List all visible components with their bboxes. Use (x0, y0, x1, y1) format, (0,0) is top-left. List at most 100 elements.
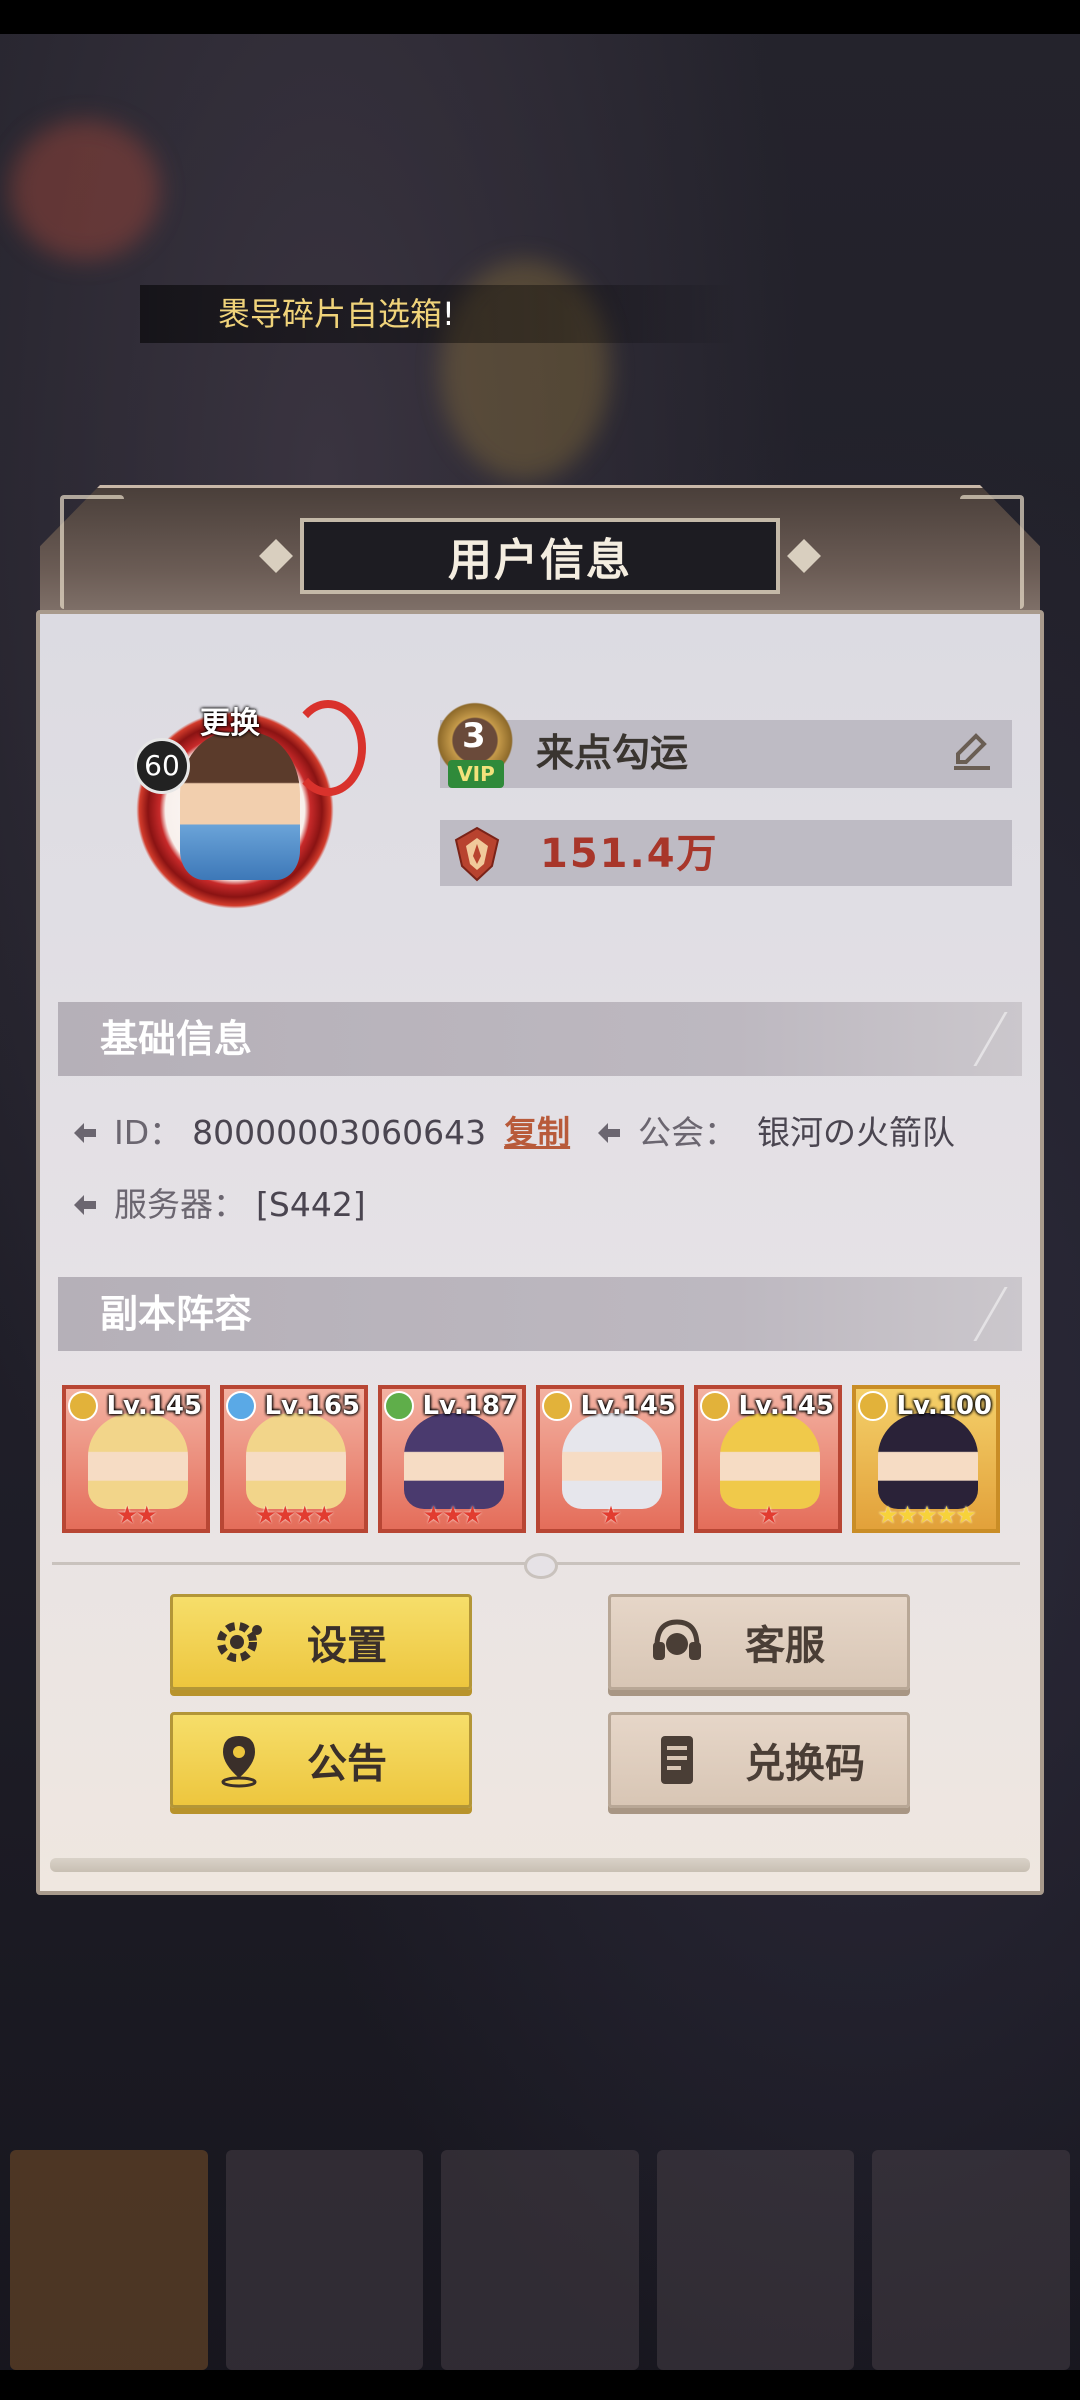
star-icon: ★ (935, 1501, 957, 1529)
guild-row: 公会： 银河の火箭队 (594, 1110, 955, 1156)
vip-level: 3 (462, 716, 486, 756)
name-bar (440, 720, 1012, 788)
hero-level: Lv.145 (580, 1391, 676, 1421)
support-button[interactable]: 客服 (608, 1594, 910, 1690)
settings-button[interactable]: 设置 (170, 1594, 472, 1690)
document-icon (661, 1736, 693, 1784)
hero-level: Lv.100 (896, 1391, 992, 1421)
divider-ornament (524, 1553, 558, 1579)
star-icon: ★ (955, 1501, 976, 1529)
navigation-bar (0, 2370, 1080, 2400)
background-bottom-nav (0, 2150, 1080, 2370)
star-icon: ★ (877, 1501, 898, 1529)
faction-icon (700, 1391, 730, 1421)
hero-level: Lv.187 (422, 1391, 518, 1421)
dialog-title: 用户信息 (448, 535, 632, 586)
section-basic-info: 基础信息 (58, 1002, 1022, 1076)
edit-name-icon[interactable] (950, 728, 994, 772)
hero-stars: ★★★★★ (856, 1501, 996, 1529)
hero-card[interactable]: Lv.145 ★★ (62, 1385, 210, 1533)
notice-button-label: 公告 (307, 1741, 387, 1787)
avatar-frame-ornament (290, 700, 366, 796)
player-name: 来点勾运 (536, 731, 689, 775)
id-label: ID： (114, 1113, 183, 1152)
combat-power-value: 151.4万 (540, 831, 719, 877)
hero-stars: ★ (540, 1501, 680, 1529)
dialog-footer-trim (50, 1858, 1030, 1872)
server-label: 服务器： (114, 1185, 246, 1224)
faction-icon (384, 1391, 414, 1421)
star-icon: ★ (294, 1501, 315, 1529)
bullet-arrow-icon (74, 1123, 96, 1143)
section-decoration (913, 1287, 1008, 1341)
hero-stars: ★★★ (382, 1501, 522, 1529)
hero-card[interactable]: Lv.145 ★ (694, 1385, 842, 1533)
hero-portrait (562, 1413, 662, 1509)
power-bar (440, 820, 1012, 886)
support-button-label: 客服 (745, 1623, 825, 1669)
background-nav-tab (10, 2150, 208, 2370)
background-nav-tab (872, 2150, 1070, 2370)
bullet-arrow-icon (598, 1123, 620, 1143)
hero-level: Lv.165 (264, 1391, 360, 1421)
location-pin-icon (221, 1736, 257, 1788)
hero-stars: ★★ (66, 1501, 206, 1529)
star-icon: ★ (274, 1501, 295, 1529)
star-icon: ★ (254, 1501, 276, 1529)
star-icon: ★ (442, 1501, 463, 1529)
hero-card[interactable]: Lv.187 ★★★ (378, 1385, 526, 1533)
vip-label: VIP (448, 760, 504, 788)
hero-level: Lv.145 (106, 1391, 202, 1421)
section-decoration (913, 1012, 1008, 1066)
faction-icon (68, 1391, 98, 1421)
faction-icon (542, 1391, 572, 1421)
star-icon: ★ (600, 1501, 621, 1529)
redeem-code-button[interactable]: 兑换码 (608, 1712, 910, 1808)
redeem-code-button-label: 兑换码 (745, 1741, 865, 1787)
hero-stars: ★ (698, 1501, 838, 1529)
marquee-text: 褁导碎片自选箱 (218, 295, 443, 333)
headset-icon (653, 1619, 701, 1660)
hero-card[interactable]: Lv.165 ★★★★ (220, 1385, 368, 1533)
background-nav-tab (441, 2150, 639, 2370)
combat-power-icon (454, 826, 500, 882)
change-avatar-label[interactable]: 更换 (200, 698, 260, 742)
star-icon: ★ (422, 1501, 444, 1529)
player-level-badge: 60 (134, 738, 190, 794)
avatar[interactable] (180, 732, 300, 880)
star-icon: ★ (758, 1501, 779, 1529)
status-bar (0, 0, 1080, 34)
background-nav-tab (225, 2150, 424, 2370)
server-value: [S442] (256, 1185, 366, 1224)
section-title: 副本阵容 (100, 1292, 253, 1336)
star-icon: ★ (461, 1501, 483, 1529)
copy-id-link[interactable]: 复制 (504, 1110, 570, 1156)
hero-card[interactable]: Lv.145 ★ (536, 1385, 684, 1533)
id-value: 80000003060643 (192, 1113, 487, 1152)
star-icon: ★ (313, 1501, 335, 1529)
faction-icon (226, 1391, 256, 1421)
hero-lineup: Lv.145 ★★ Lv.165 ★★★★ Lv.187 ★★★ Lv.145 … (62, 1385, 1012, 1535)
star-icon: ★ (116, 1501, 137, 1529)
hero-portrait (88, 1413, 188, 1509)
marquee-exclamation: ! (442, 295, 455, 333)
guild-value[interactable]: 银河の火箭队 (757, 1110, 955, 1156)
header-corner-ornament (960, 495, 1024, 609)
hero-card[interactable]: Lv.100 ★★★★★ (852, 1385, 1000, 1533)
header-corner-ornament (60, 495, 124, 609)
section-title: 基础信息 (100, 1017, 253, 1061)
section-dungeon-lineup: 副本阵容 (58, 1277, 1022, 1351)
background-glow (10, 120, 160, 260)
gear-icon (217, 1622, 262, 1662)
hero-level: Lv.145 (738, 1391, 834, 1421)
notice-button[interactable]: 公告 (170, 1712, 472, 1808)
dialog-title-plate: 用户信息 (259, 518, 821, 594)
server-row: 服务器： [S442] (70, 1182, 366, 1228)
hero-portrait (246, 1413, 346, 1509)
announcement-marquee: 褁导碎片自选箱! (140, 285, 740, 343)
hero-portrait (720, 1413, 820, 1509)
bullet-arrow-icon (74, 1195, 96, 1215)
background-nav-tab (656, 2150, 855, 2370)
hero-stars: ★★★★ (224, 1501, 364, 1529)
settings-button-label: 设置 (307, 1623, 387, 1669)
